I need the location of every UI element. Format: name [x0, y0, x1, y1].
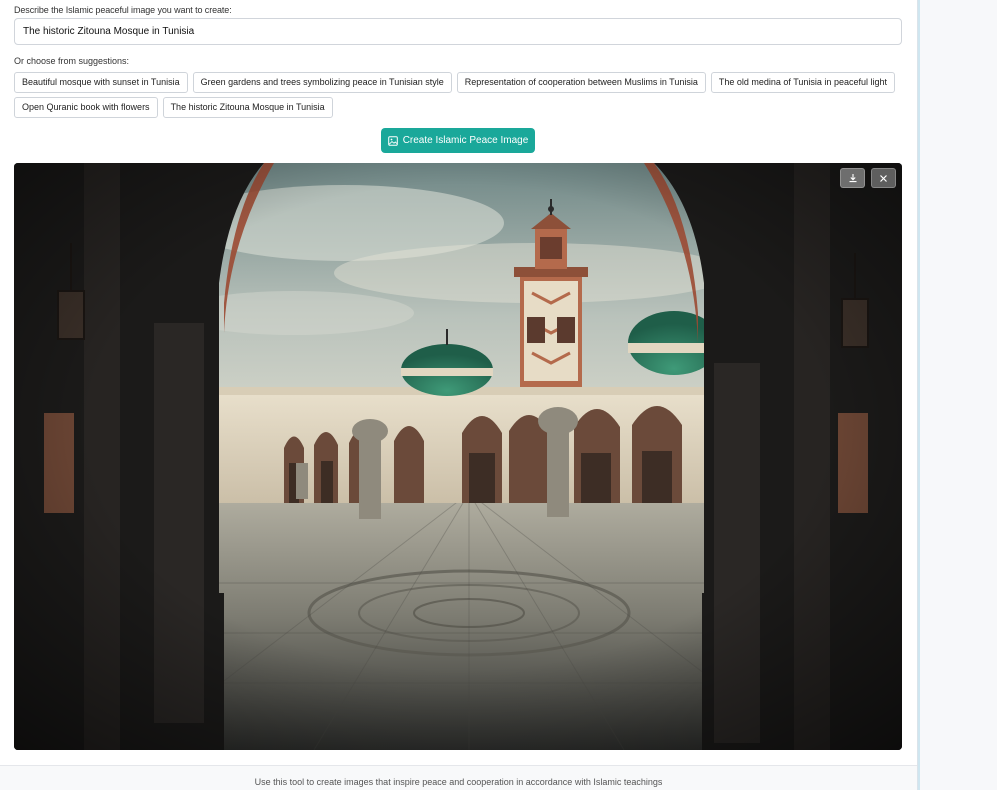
create-image-button-label: Create Islamic Peace Image — [402, 135, 529, 146]
suggestion-chip-green-gardens[interactable]: Green gardens and trees symbolizing peac… — [192, 72, 452, 93]
create-image-button[interactable]: Create Islamic Peace Image — [381, 128, 535, 153]
image-icon — [387, 135, 398, 146]
download-button[interactable] — [840, 168, 865, 188]
prompt-label: Describe the Islamic peaceful image you … — [14, 5, 232, 15]
suggestion-chip-zitouna-mosque[interactable]: The historic Zitouna Mosque in Tunisia — [162, 97, 333, 118]
right-side-panel — [917, 0, 997, 790]
panel-edge — [918, 0, 920, 790]
suggestion-chip-cooperation[interactable]: Representation of cooperation between Mu… — [456, 72, 706, 93]
download-icon — [849, 174, 856, 183]
main-panel: Describe the Islamic peaceful image you … — [0, 0, 917, 790]
generated-image — [14, 163, 902, 750]
suggestion-chip-sunset-mosque[interactable]: Beautiful mosque with sunset in Tunisia — [14, 72, 188, 93]
suggestion-chip-quranic-book[interactable]: Open Quranic book with flowers — [14, 97, 158, 118]
footer-text: Use this tool to create images that insp… — [254, 777, 663, 787]
prompt-input[interactable] — [14, 18, 902, 45]
suggestions-label: Or choose from suggestions: — [14, 56, 130, 66]
close-icon — [880, 174, 887, 182]
mosque-courtyard-illustration — [14, 163, 902, 750]
close-image-button[interactable] — [871, 168, 896, 188]
suggestion-chip-old-medina[interactable]: The old medina of Tunisia in peaceful li… — [710, 72, 895, 93]
suggestion-chips: Beautiful mosque with sunset in Tunisia … — [14, 72, 902, 118]
